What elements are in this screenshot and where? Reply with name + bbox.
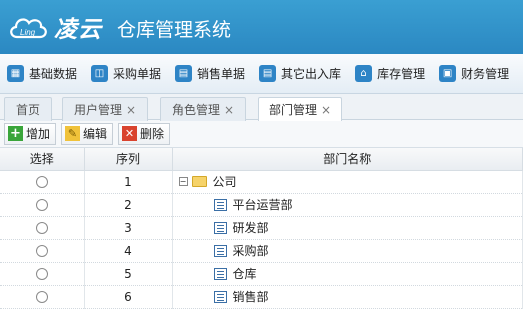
nav-label: 采购单据: [113, 67, 162, 81]
document-icon: [213, 290, 227, 303]
row-radio[interactable]: [35, 291, 48, 303]
tab-department-management[interactable]: 部门管理 ×: [258, 97, 342, 121]
column-header-name[interactable]: 部门名称: [172, 148, 523, 171]
folder-icon: [191, 176, 207, 187]
grid-header-row: 选择 序列 部门名称: [0, 148, 523, 171]
nav-label: 财务管理: [461, 67, 510, 81]
document-icon: [213, 198, 227, 211]
department-name: 研发部: [232, 221, 269, 235]
name-cell: 仓库: [172, 262, 523, 286]
select-cell: [0, 285, 85, 309]
nav-item-inventory[interactable]: ⌂ 库存管理: [355, 65, 425, 82]
nav-label: 销售单据: [197, 67, 246, 81]
row-radio[interactable]: [35, 222, 48, 234]
logo-text: Ling: [20, 28, 36, 37]
close-icon[interactable]: ×: [224, 103, 234, 117]
select-cell: [0, 239, 85, 263]
app-title: 仓库管理系统: [117, 19, 232, 41]
calendar-icon: ▤: [175, 65, 193, 82]
delete-button[interactable]: ✕ 删除: [118, 122, 171, 145]
tab-home[interactable]: 首页: [4, 97, 52, 121]
app-header: Ling 凌云 仓库管理系统: [0, 0, 523, 54]
nav-item-sales[interactable]: ▤ 销售单据: [175, 65, 245, 82]
nav-item-other-inout[interactable]: ▤ 其它出入库: [259, 65, 341, 82]
name-cell: 采购部: [172, 239, 523, 263]
index-cell: 2: [84, 193, 173, 217]
department-name: 采购部: [232, 244, 269, 258]
close-icon[interactable]: ×: [126, 103, 136, 117]
department-grid: 选择 序列 部门名称 1 − 公司 2 平台运营部 3 研发部 4 采购部 5 …: [0, 148, 523, 309]
calendar-icon: ▤: [259, 65, 277, 82]
table-row[interactable]: 6 销售部: [0, 285, 523, 309]
index-cell: 6: [84, 285, 173, 309]
nav-label: 库存管理: [377, 67, 426, 81]
toolbar: + 增加 ✎ 编辑 ✕ 删除: [0, 120, 523, 148]
table-row[interactable]: 3 研发部: [0, 216, 523, 240]
column-header-index[interactable]: 序列: [84, 148, 173, 171]
delete-label: 删除: [140, 127, 165, 141]
select-cell: [0, 193, 85, 217]
select-cell: [0, 170, 85, 194]
brand-name: 凌云: [54, 17, 102, 43]
nav-label: 基础数据: [29, 67, 78, 81]
nav-item-basic-data[interactable]: ▦ 基础数据: [7, 65, 77, 82]
row-radio[interactable]: [35, 245, 48, 257]
plus-icon: +: [8, 126, 23, 141]
table-row[interactable]: 5 仓库: [0, 262, 523, 286]
name-cell: 研发部: [172, 216, 523, 240]
tab-label: 部门管理: [268, 103, 317, 117]
select-cell: [0, 262, 85, 286]
close-icon[interactable]: ×: [321, 103, 331, 117]
table-row[interactable]: 4 采购部: [0, 239, 523, 263]
edit-button[interactable]: ✎ 编辑: [61, 122, 114, 145]
document-icon: [213, 244, 227, 257]
index-cell: 1: [84, 170, 173, 194]
tab-label: 首页: [15, 103, 40, 117]
row-radio[interactable]: [35, 268, 48, 280]
delete-icon: ✕: [122, 126, 138, 141]
database-icon: ▦: [7, 65, 24, 82]
department-name: 公司: [212, 175, 237, 189]
department-name: 仓库: [232, 267, 257, 281]
edit-label: 编辑: [83, 127, 108, 141]
tab-label: 角色管理: [171, 103, 220, 117]
home-icon: ⌂: [355, 65, 373, 82]
nav-label: 其它出入库: [281, 67, 342, 81]
table-row[interactable]: 1 − 公司: [0, 170, 523, 194]
basket-icon: ◫: [91, 65, 109, 82]
finance-icon: ▣: [439, 65, 457, 82]
index-cell: 5: [84, 262, 173, 286]
name-cell: − 公司: [172, 170, 523, 194]
index-cell: 3: [84, 216, 173, 240]
main-nav: ▦ 基础数据 ◫ 采购单据 ▤ 销售单据 ▤ 其它出入库 ⌂ 库存管理 ▣ 财务…: [0, 54, 523, 94]
collapse-toggle-icon[interactable]: −: [178, 177, 188, 186]
tab-user-management[interactable]: 用户管理 ×: [62, 97, 148, 121]
add-label: 增加: [26, 127, 51, 141]
row-radio[interactable]: [35, 176, 48, 188]
nav-item-finance[interactable]: ▣ 财务管理: [439, 65, 509, 82]
department-name: 平台运营部: [232, 198, 293, 212]
nav-item-purchase[interactable]: ◫ 采购单据: [91, 65, 161, 82]
tab-bar: 首页 用户管理 × 角色管理 × 部门管理 ×: [0, 94, 523, 121]
column-header-select[interactable]: 选择: [0, 148, 85, 171]
cloud-logo-icon: Ling: [10, 18, 47, 39]
tab-role-management[interactable]: 角色管理 ×: [160, 97, 246, 121]
edit-icon: ✎: [65, 126, 81, 141]
row-radio[interactable]: [35, 199, 48, 211]
document-icon: [213, 267, 227, 280]
tab-label: 用户管理: [73, 103, 122, 117]
document-icon: [213, 221, 227, 234]
department-name: 销售部: [232, 290, 269, 304]
add-button[interactable]: + 增加: [4, 122, 57, 145]
name-cell: 销售部: [172, 285, 523, 309]
index-cell: 4: [84, 239, 173, 263]
name-cell: 平台运营部: [172, 193, 523, 217]
table-row[interactable]: 2 平台运营部: [0, 193, 523, 217]
select-cell: [0, 216, 85, 240]
